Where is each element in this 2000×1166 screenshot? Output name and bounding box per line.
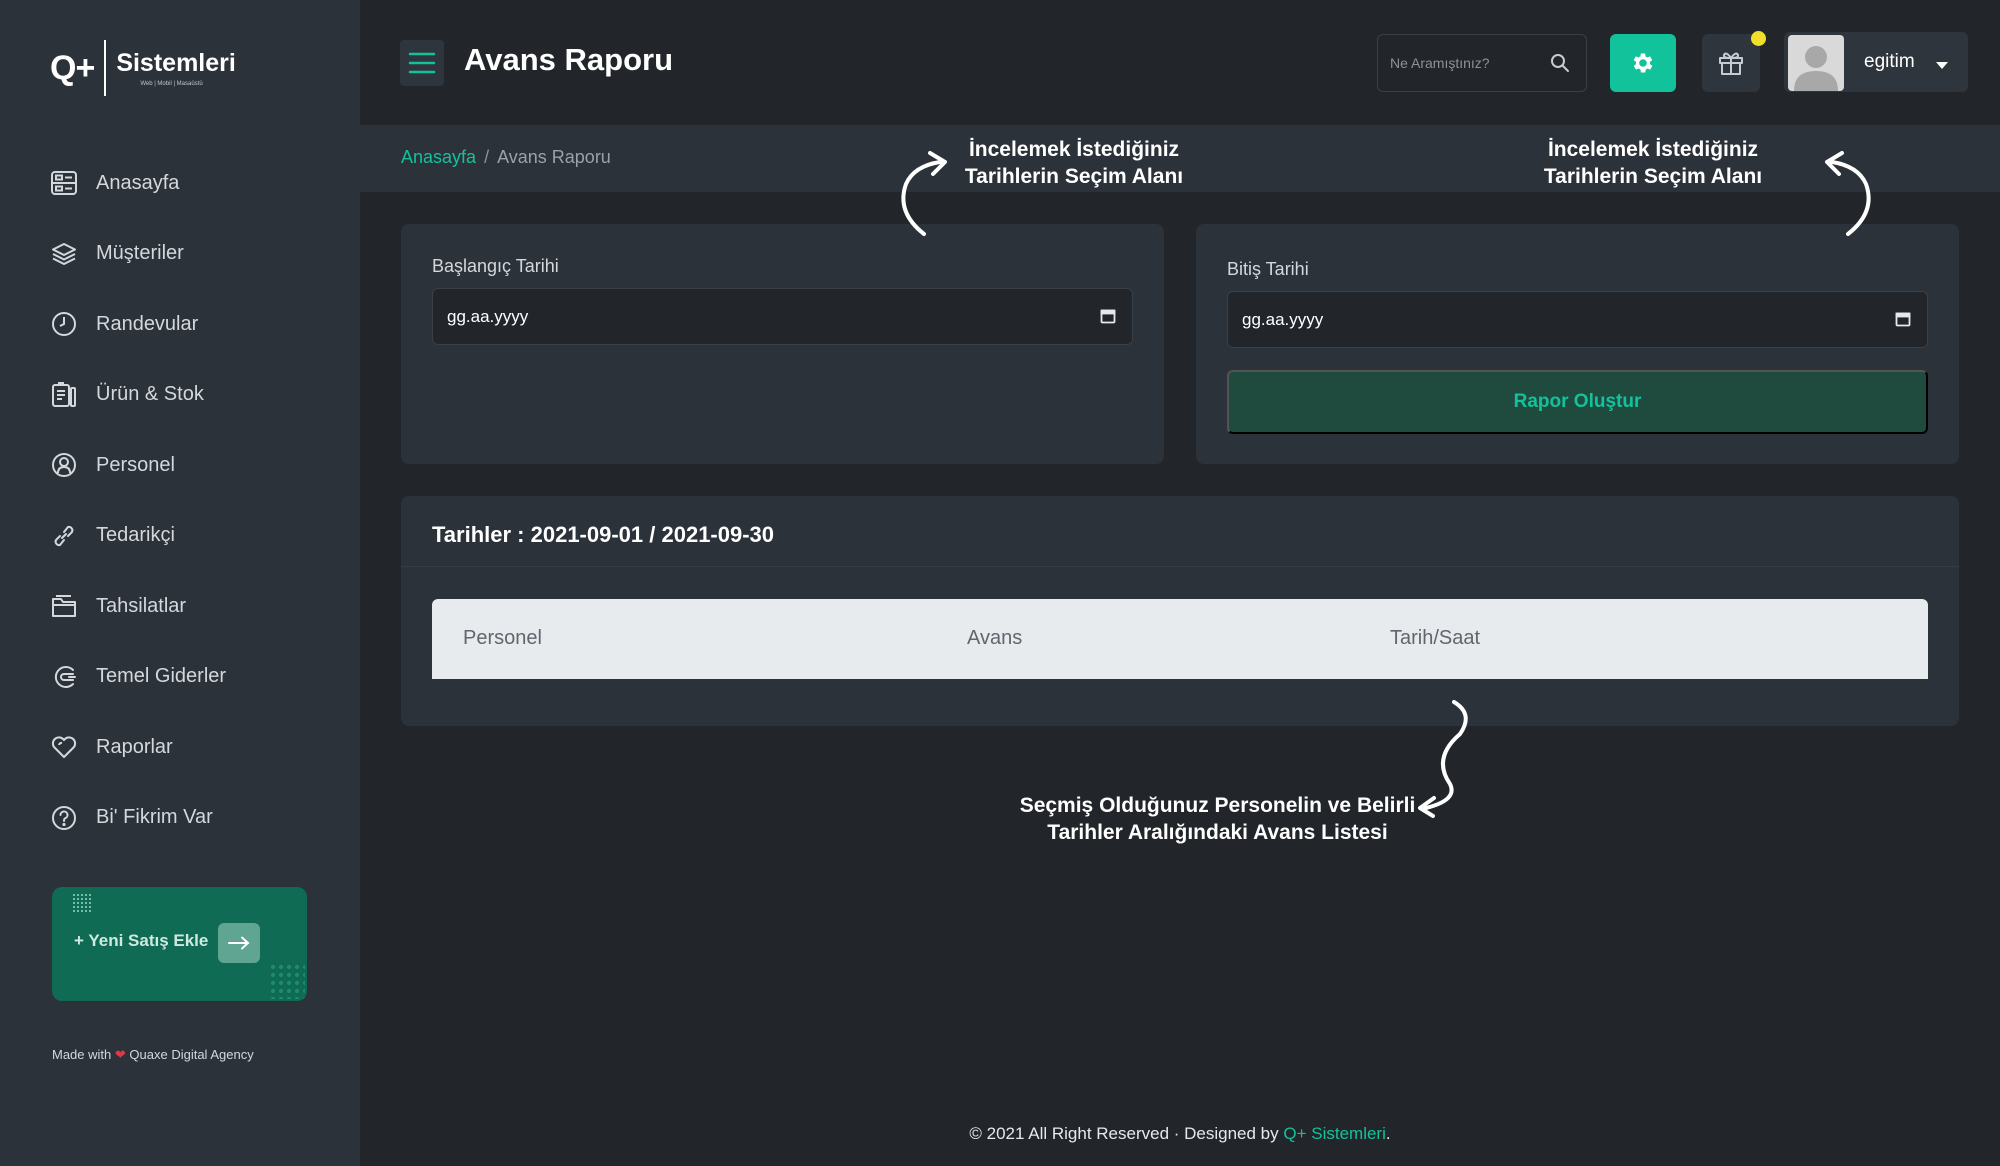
- heart-filled-icon: ❤: [114, 1047, 126, 1062]
- breadcrumb-separator: /: [484, 147, 490, 167]
- arrow-right-icon: [228, 936, 250, 950]
- divider: [401, 566, 1959, 567]
- layers-icon: [50, 240, 78, 268]
- clock-icon: [50, 310, 78, 338]
- search-box[interactable]: [1377, 34, 1587, 92]
- calendar-icon[interactable]: [1100, 308, 1116, 329]
- logo-divider: [104, 40, 107, 96]
- hamburger-icon: [408, 52, 436, 74]
- user-menu[interactable]: egitim: [1784, 32, 1968, 92]
- gift-icon: [1719, 52, 1743, 75]
- annotation-advance-list: Seçmiş Olduğunuz Personelin ve Belirli T…: [1019, 794, 1416, 844]
- logo-mark: Q+: [50, 48, 95, 87]
- sidebar-item-label: Temel Giderler: [96, 665, 227, 688]
- made-with-credit: Made with ❤ Quaxe Digital Agency: [52, 1047, 254, 1062]
- sidebar-item-musteriler[interactable]: Müşteriler: [50, 219, 340, 290]
- generate-report-button[interactable]: Rapor Oluştur: [1227, 370, 1928, 434]
- logo[interactable]: Q+ Sistemleri Web | Mobil | Masaüstü: [50, 40, 236, 96]
- inventory-icon: [50, 381, 78, 409]
- sidebar-nav: Anasayfa Müşteriler Randevular Ürün & St…: [50, 148, 340, 853]
- footer-brand-link[interactable]: Q+ Sistemleri: [1283, 1124, 1386, 1143]
- end-date-value: gg.aa.yyyy: [1242, 310, 1324, 329]
- sidebar-item-temel-giderler[interactable]: Temel Giderler: [50, 642, 340, 713]
- sidebar-item-personel[interactable]: Personel: [50, 430, 340, 501]
- page-title: Avans Raporu: [464, 42, 674, 77]
- annotation-arrow-right: [1825, 151, 1871, 236]
- date-range-title: Tarihler : 2021-09-01 / 2021-09-30: [432, 522, 775, 547]
- search-input[interactable]: [1390, 35, 1550, 91]
- breadcrumb-current: Avans Raporu: [497, 147, 611, 167]
- start-date-input[interactable]: gg.aa.yyyy: [432, 288, 1133, 345]
- sidebar-item-anasayfa[interactable]: Anasayfa: [50, 148, 340, 219]
- logo-tagline: Web | Mobil | Masaüstü: [140, 81, 203, 87]
- start-date-value: gg.aa.yyyy: [447, 307, 529, 326]
- end-date-input[interactable]: gg.aa.yyyy: [1227, 291, 1928, 348]
- end-date-label: Bitiş Tarihi: [1227, 259, 1309, 279]
- start-date-card: Başlangıç Tarihi gg.aa.yyyy: [401, 224, 1164, 464]
- top-header: Avans Raporu egitim: [360, 0, 2000, 125]
- expense-icon: [50, 663, 78, 691]
- question-icon: [50, 804, 78, 832]
- gift-button[interactable]: [1702, 31, 1766, 92]
- column-header-personel[interactable]: Personel: [463, 627, 542, 650]
- result-card: Tarihler : 2021-09-01 / 2021-09-30 Perso…: [401, 496, 1959, 726]
- chevron-down-icon: [1936, 57, 1948, 75]
- sidebar-item-label: Tahsilatlar: [96, 594, 187, 617]
- table-header: Personel Avans Tarih/Saat: [432, 599, 1928, 679]
- column-header-avans[interactable]: Avans: [967, 627, 1022, 650]
- settings-button[interactable]: [1610, 34, 1676, 92]
- sidebar-item-label: Ürün & Stok: [96, 383, 204, 406]
- annotation-start-date: İncelemek İstediğiniz Tarihlerin Seçim A…: [964, 138, 1184, 188]
- username: egitim: [1864, 51, 1915, 72]
- sidebar-item-tahsilatlar[interactable]: Tahsilatlar: [50, 571, 340, 642]
- end-date-card: Bitiş Tarihi gg.aa.yyyy Rapor Oluştur: [1196, 224, 1959, 464]
- sidebar-item-label: Müşteriler: [96, 242, 184, 265]
- start-date-label: Başlangıç Tarihi: [432, 256, 559, 276]
- user-circle-icon: [50, 451, 78, 479]
- calendar-icon[interactable]: [1895, 311, 1911, 332]
- dot-pattern: [72, 893, 92, 913]
- column-header-tarih-saat[interactable]: Tarih/Saat: [1390, 627, 1480, 650]
- sidebar-item-label: Personel: [96, 453, 175, 476]
- link-icon: [50, 522, 78, 550]
- sidebar-item-randevular[interactable]: Randevular: [50, 289, 340, 360]
- notification-dot: [1751, 31, 1766, 46]
- annotation-end-date: İncelemek İstediğiniz Tarihlerin Seçim A…: [1543, 138, 1763, 188]
- folder-icon: [50, 592, 78, 620]
- dot-pattern: [269, 963, 305, 999]
- menu-toggle-button[interactable]: [400, 40, 444, 86]
- sidebar-item-raporlar[interactable]: Raporlar: [50, 712, 340, 783]
- sidebar-item-tedarikci[interactable]: Tedarikçi: [50, 501, 340, 572]
- search-icon[interactable]: [1550, 53, 1570, 78]
- new-sale-button[interactable]: [218, 923, 260, 963]
- footer: © 2021 All Right Reserved · Designed by …: [969, 1124, 1391, 1143]
- sidebar-item-label: Bi' Fikrim Var: [96, 806, 213, 829]
- sidebar-item-bi-fikrim-var[interactable]: Bi' Fikrim Var: [50, 783, 340, 854]
- heart-icon: [50, 733, 78, 761]
- sidebar-item-label: Randevular: [96, 312, 199, 335]
- new-sale-card[interactable]: + Yeni Satış Ekle: [52, 887, 307, 1001]
- breadcrumb: Anasayfa / Avans Raporu: [401, 147, 611, 168]
- sidebar-item-urun-stok[interactable]: Ürün & Stok: [50, 360, 340, 431]
- gear-icon: [1633, 53, 1653, 73]
- dashboard-icon: [50, 169, 78, 197]
- sidebar-item-label: Tedarikçi: [96, 524, 175, 547]
- avatar: [1788, 35, 1844, 91]
- sidebar: Q+ Sistemleri Web | Mobil | Masaüstü Ana…: [0, 0, 360, 1166]
- sidebar-item-label: Raporlar: [96, 735, 173, 758]
- new-sale-label: + Yeni Satış Ekle: [74, 931, 209, 950]
- footer-copyright: © 2021 All Right Reserved · Designed by: [969, 1124, 1279, 1143]
- logo-name: Sistemleri: [116, 49, 236, 77]
- breadcrumb-home-link[interactable]: Anasayfa: [401, 147, 476, 167]
- sidebar-item-label: Anasayfa: [96, 171, 180, 194]
